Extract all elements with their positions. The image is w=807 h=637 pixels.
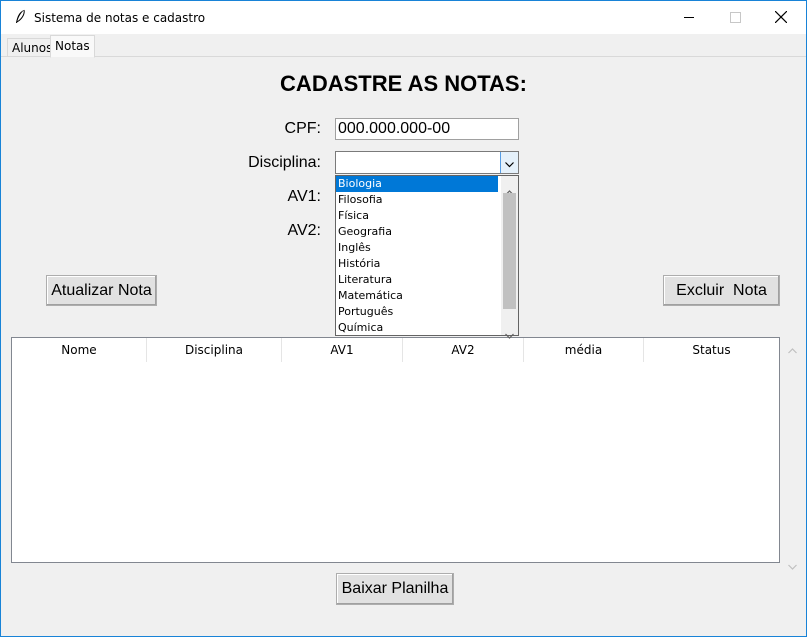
window-title: Sistema de notas e cadastro	[34, 11, 206, 25]
column-header-av1[interactable]: AV1	[282, 338, 403, 362]
title-bar[interactable]: Sistema de notas e cadastro	[1, 1, 806, 34]
dropdown-option[interactable]: Química	[336, 320, 498, 336]
page-title: CADASTRE AS NOTAS:	[280, 71, 527, 96]
table-header: Nome Disciplina AV1 AV2 média Status	[12, 338, 779, 362]
feather-icon	[13, 9, 27, 25]
dropdown-option[interactable]: Filosofia	[336, 192, 498, 208]
chevron-up-icon[interactable]	[788, 339, 797, 358]
cpf-label: CPF:	[284, 120, 321, 137]
disciplina-label: Disciplina:	[248, 154, 321, 171]
app-window: Sistema de notas e cadastro Alunos Notas…	[0, 0, 807, 637]
dropdown-option[interactable]: Matemática	[336, 288, 498, 304]
chevron-down-icon[interactable]	[505, 324, 514, 343]
combobox-arrow-button[interactable]	[500, 152, 518, 173]
cpf-input[interactable]: 000.000.000-00	[335, 118, 519, 140]
column-header-status[interactable]: Status	[644, 338, 779, 362]
disciplina-value	[336, 156, 339, 170]
minimize-icon	[683, 8, 695, 27]
dropdown-option[interactable]: Português	[336, 304, 498, 320]
baixar-planilha-button[interactable]: Baixar Planilha	[336, 573, 454, 605]
av2-label: AV2:	[287, 222, 322, 239]
chevron-down-icon[interactable]	[788, 555, 797, 574]
atualizar-nota-button[interactable]: Atualizar Nota	[46, 275, 157, 306]
maximize-button[interactable]	[712, 1, 758, 34]
dropdown-scrollbar[interactable]	[501, 176, 518, 339]
close-button[interactable]	[758, 1, 804, 34]
disciplina-combobox[interactable]	[335, 151, 519, 174]
column-header-nome[interactable]: Nome	[12, 338, 147, 362]
dropdown-option[interactable]: Geografia	[336, 224, 498, 240]
tab-notas[interactable]: Notas	[50, 35, 95, 58]
dropdown-scroll-thumb[interactable]	[503, 193, 516, 309]
column-header-disciplina[interactable]: Disciplina	[147, 338, 282, 362]
table-scrollbar[interactable]	[784, 337, 801, 570]
dropdown-option[interactable]: Inglês	[336, 240, 498, 256]
close-icon	[774, 8, 788, 27]
dropdown-option[interactable]: Literatura	[336, 272, 498, 288]
excluir-nota-button[interactable]: Excluir Nota	[663, 275, 780, 306]
tab-divider	[1, 56, 806, 57]
column-header-media[interactable]: média	[524, 338, 644, 362]
disciplina-dropdown-list[interactable]: Biologia Filosofia Física Geografia Ingl…	[335, 175, 519, 339]
notas-table[interactable]: Nome Disciplina AV1 AV2 média Status	[11, 337, 780, 563]
dropdown-option[interactable]: História	[336, 256, 498, 272]
dropdown-option[interactable]: Biologia	[336, 176, 498, 192]
av1-label: AV1:	[287, 188, 322, 205]
dropdown-option[interactable]: Física	[336, 208, 498, 224]
notebook-tabs: Alunos Notas	[1, 34, 806, 58]
maximize-icon	[729, 8, 741, 27]
minimize-button[interactable]	[666, 1, 712, 34]
chevron-down-icon	[505, 153, 514, 172]
